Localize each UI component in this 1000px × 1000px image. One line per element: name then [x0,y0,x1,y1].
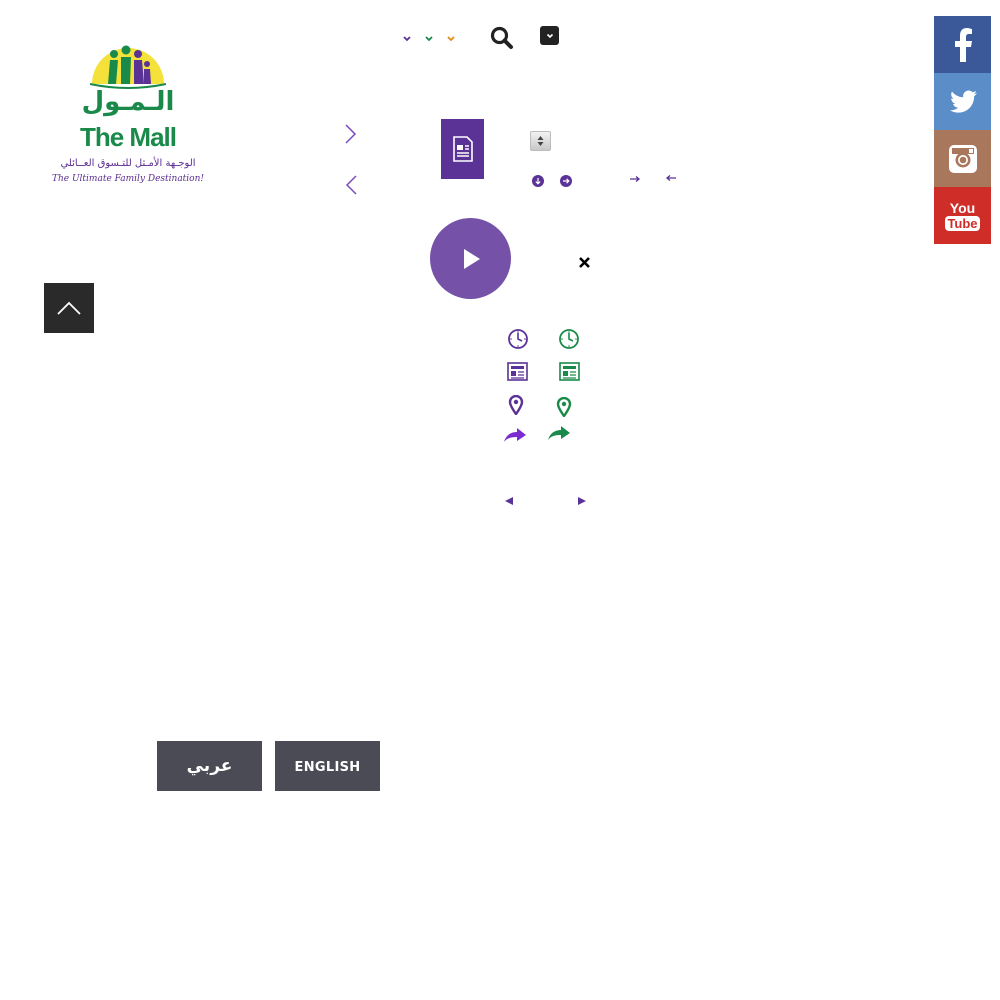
spinner-icon[interactable] [530,131,551,151]
small-arrow-left-icon[interactable] [665,174,676,182]
location-pin-icon [508,395,524,415]
twitter-button[interactable] [934,73,991,130]
back-to-top-button[interactable] [44,283,94,333]
triangle-right-icon[interactable] [577,496,587,506]
twitter-icon [948,90,978,114]
instagram-button[interactable] [934,130,991,187]
instagram-icon [948,144,978,174]
chevron-up-icon [56,300,82,316]
arabic-language-button[interactable]: عربي [157,741,262,791]
facebook-button[interactable] [934,16,991,73]
chevron-down-purple-icon[interactable] [402,34,412,44]
logo[interactable]: الـمـول The Mall الوجـهة الأمـثل للتـسوق… [50,44,206,190]
location-pin-icon [556,397,572,417]
share-icon[interactable] [547,425,571,441]
logo-figures: الـمـول [50,45,206,126]
youtube-label-bottom: Tube [945,215,980,231]
circle-down-icon[interactable] [532,175,544,187]
play-button[interactable] [430,218,511,299]
share-icon[interactable] [503,427,527,443]
youtube-button[interactable]: You Tube [934,187,991,244]
chevron-down-green-icon[interactable] [424,34,434,44]
play-icon [460,247,482,271]
document-icon [452,136,474,162]
arrow-right-icon[interactable] [343,123,359,145]
logo-tagline-arabic: الوجـهة الأمـثل للتـسوق العــائلي [60,158,196,169]
chevron-down-orange-icon[interactable] [446,34,456,44]
search-icon[interactable] [489,25,515,51]
clock-icon [558,328,580,350]
news-icon [507,362,528,381]
circle-right-icon[interactable] [560,175,572,187]
small-arrow-right-icon[interactable] [630,175,641,183]
logo-english-name: The Mall [79,122,177,152]
youtube-label-top: You [949,199,976,216]
english-language-button[interactable]: ENGLISH [275,741,380,791]
clock-icon [507,328,529,350]
dropdown-toggle-icon[interactable] [540,26,559,45]
arrow-left-icon[interactable] [343,174,359,196]
document-tile[interactable] [441,119,484,179]
triangle-left-icon[interactable] [504,496,514,506]
facebook-icon [953,27,973,62]
logo-tagline-english: The Ultimate Family Destination! [51,174,205,184]
logo-arabic-name: الـمـول [82,87,175,117]
close-icon[interactable] [578,256,591,269]
news-icon [559,362,580,381]
